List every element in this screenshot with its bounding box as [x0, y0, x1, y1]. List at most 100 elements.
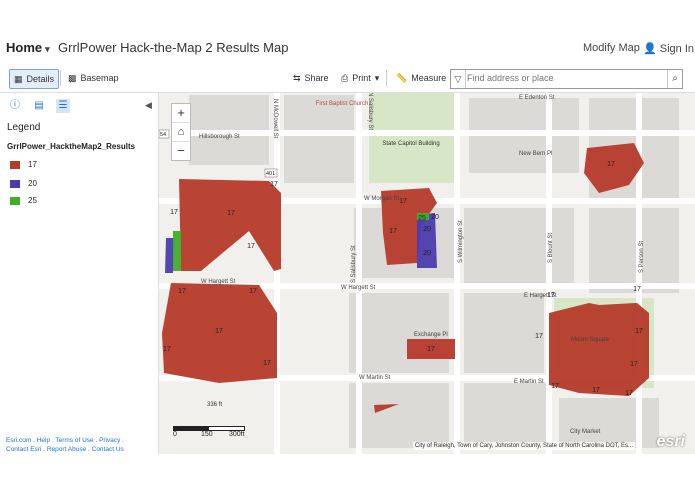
- polygon-label-17: 17: [635, 328, 643, 335]
- scale-label: 0: [173, 431, 177, 438]
- zoom-in-button[interactable]: +: [172, 104, 190, 123]
- legend-icon[interactable]: ☰: [56, 99, 70, 113]
- details-label: Details: [26, 74, 55, 84]
- street-label: S Person St: [639, 241, 645, 273]
- layer-name: GrrlPower_HacktheMap2_Results: [7, 142, 136, 151]
- legend-swatch: [10, 179, 20, 188]
- toolbar: ▦ Details ▩ Basemap ⇆ Share ⎙ Print ▾ 📏 Measur…: [0, 64, 695, 93]
- legend-label: 20: [28, 179, 37, 188]
- user-icon: 👤: [643, 43, 657, 55]
- polygon-label-17: 17: [270, 181, 278, 188]
- street-label: N Salisbury St: [367, 93, 373, 130]
- polygon-label-20: 20: [431, 214, 439, 221]
- street-label: New Bern Pl: [519, 151, 552, 157]
- street-label: N McDowell St: [272, 99, 278, 139]
- street-label: W Hargett St: [201, 279, 236, 285]
- search-icon[interactable]: ⌕: [667, 70, 682, 88]
- details-icon: ▦: [14, 74, 23, 84]
- share-label: Share: [304, 73, 329, 83]
- chevron-down-icon: ▾: [374, 73, 380, 83]
- polygon-label-17: 17: [633, 286, 641, 293]
- scale-label: 300ft: [229, 431, 245, 438]
- street-label: S Salisbury St: [351, 245, 357, 283]
- chevron-down-icon[interactable]: ▾: [45, 44, 50, 54]
- printer-icon: ⎙: [341, 73, 349, 83]
- polygon-label-17: 17: [551, 383, 559, 390]
- toolbar-divider: [386, 70, 387, 86]
- print-button[interactable]: ⎙ Print ▾: [337, 69, 383, 87]
- info-icon[interactable]: ⓘ: [8, 99, 22, 113]
- polygon-label-17: 17: [592, 387, 600, 394]
- footer-line[interactable]: Contact Esri . Report Abuse . Contact Us: [6, 445, 156, 454]
- basemap-label: Basemap: [80, 73, 119, 83]
- street-label: W Hargett St: [341, 285, 376, 291]
- search-box: ▽ ⌕: [450, 69, 683, 89]
- polygon-label-17: 17: [535, 333, 543, 340]
- print-label: Print: [352, 73, 371, 83]
- collapse-icon[interactable]: ◀: [145, 100, 152, 111]
- polygon-label-17: 17: [163, 346, 171, 353]
- footer-line[interactable]: Esri.com . Help . Terms of Use . Privacy…: [6, 436, 156, 445]
- home-label[interactable]: Home: [6, 40, 42, 55]
- sign-in-label[interactable]: Sign In: [660, 43, 694, 55]
- zoom-controls: + ⌂ −: [171, 103, 191, 161]
- polygon-label-17: 17: [170, 209, 178, 216]
- toolbar-divider: [60, 70, 61, 86]
- scale-label: 150: [201, 431, 213, 438]
- place-label: State Capitol Building: [382, 141, 439, 147]
- sign-in-link[interactable]: 👤 Sign In: [643, 42, 694, 55]
- home-menu[interactable]: Home ▾: [6, 40, 50, 55]
- street-label: E Hargett St: [524, 293, 557, 299]
- street-label: Hillsborough St: [199, 134, 240, 140]
- polygon-label-17: 17: [227, 210, 235, 217]
- share-button[interactable]: ⇆ Share: [289, 69, 333, 87]
- polygon-label-17: 17: [215, 328, 223, 335]
- basemap-canvas[interactable]: 17 17 17 17 17 17 17 17 17 17 17 17 17 1…: [159, 93, 695, 454]
- legend-label: 17: [28, 160, 37, 169]
- legend-heading: Legend: [7, 122, 41, 133]
- legend-item: 20: [10, 179, 37, 188]
- basemap-button[interactable]: ▩ Basemap: [64, 69, 123, 87]
- basemap-icon: ▩: [68, 73, 77, 83]
- footer-links[interactable]: Esri.com . Help . Terms of Use . Privacy…: [6, 436, 156, 454]
- measure-button[interactable]: 📏 Measure: [392, 69, 450, 87]
- polygon-label-20: 20: [423, 250, 431, 257]
- polygon-label-20: 20: [423, 226, 431, 233]
- esri-logo[interactable]: esri: [657, 433, 685, 451]
- search-input[interactable]: [467, 71, 657, 85]
- polygon-label-17: 17: [263, 360, 271, 367]
- street-label: S Blount St: [548, 233, 554, 263]
- ruler-icon: 📏: [396, 73, 408, 83]
- legend-item: 25: [10, 196, 37, 205]
- polygon-label-17: 17: [630, 361, 638, 368]
- legend-swatch: [10, 160, 20, 169]
- details-button[interactable]: ▦ Details: [9, 69, 60, 89]
- scale-bar: 0 150 300ft: [173, 426, 253, 440]
- legend-label: 25: [28, 196, 37, 205]
- app-header: Home ▾ GrrlPower Hack-the-Map 2 Results M…: [0, 0, 695, 62]
- polygon-label-17: 17: [625, 390, 633, 397]
- measure-label: Measure: [411, 73, 447, 83]
- place-label: First Baptist Church: [316, 101, 369, 107]
- street-label: City Market: [570, 429, 601, 435]
- street-label: S Wilmington St: [458, 220, 464, 263]
- polygon-label-17: 17: [399, 198, 407, 205]
- page-title: GrrlPower Hack-the-Map 2 Results Map: [58, 40, 289, 55]
- street-label: E Edenton St: [519, 95, 555, 101]
- map-attribution: City of Raleigh, Town of Cary, Johnston …: [412, 442, 635, 450]
- street-label: W Morgan St: [364, 196, 399, 202]
- home-extent-button[interactable]: ⌂: [172, 123, 190, 142]
- map-view[interactable]: 17 17 17 17 17 17 17 17 17 17 17 17 17 1…: [159, 93, 695, 454]
- zoom-out-button[interactable]: −: [172, 142, 190, 160]
- filter-icon[interactable]: ▽: [451, 70, 466, 88]
- polygon-label-17: 17: [427, 346, 435, 353]
- polygon-label-17: 17: [607, 161, 615, 168]
- sidebar-tabs: ⓘ ▤ ☰: [8, 99, 70, 113]
- polygon-label-17: 17: [249, 288, 257, 295]
- street-label: Moore Square: [571, 337, 610, 343]
- polygon-label-17: 17: [389, 228, 397, 235]
- modify-map-link[interactable]: Modify Map: [583, 42, 640, 54]
- street-label: Exchange Pl: [414, 332, 448, 338]
- content-icon[interactable]: ▤: [32, 99, 46, 113]
- route-shield-label: 401: [266, 171, 275, 177]
